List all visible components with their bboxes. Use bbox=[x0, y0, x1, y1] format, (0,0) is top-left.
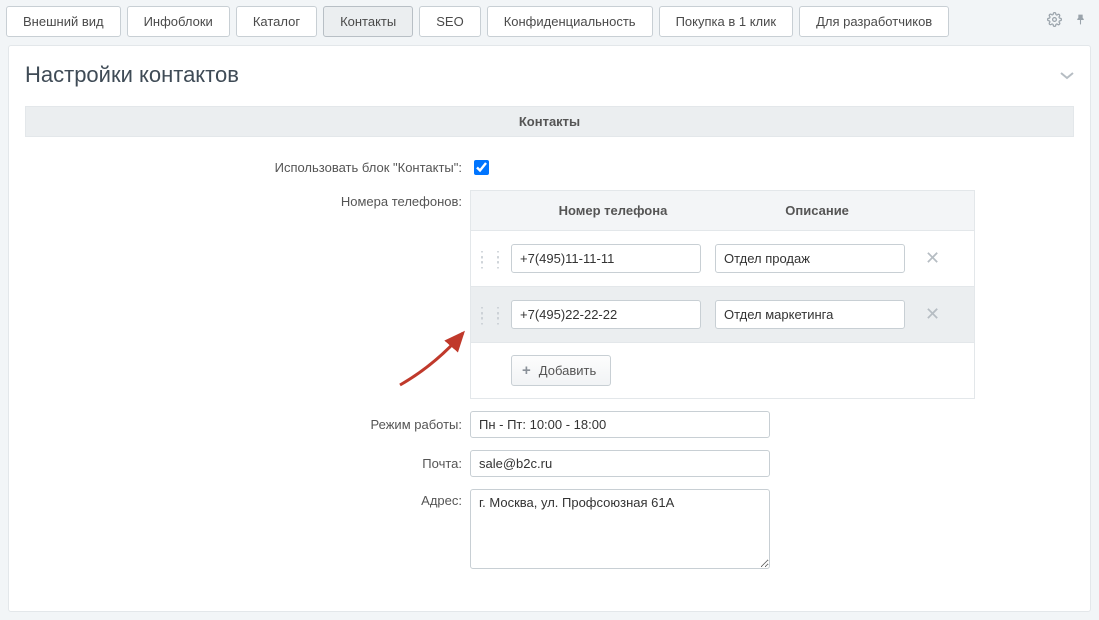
tab-catalog[interactable]: Каталог bbox=[236, 6, 317, 37]
collapse-icon[interactable] bbox=[1060, 68, 1074, 83]
header-desc: Описание bbox=[715, 191, 919, 230]
address-textarea[interactable] bbox=[470, 489, 770, 569]
tab-infoblocks[interactable]: Инфоблоки bbox=[127, 6, 230, 37]
section-title: Контакты bbox=[25, 106, 1074, 137]
label-use-block: Использовать блок "Контакты": bbox=[25, 160, 470, 175]
tab-appearance[interactable]: Внешний вид bbox=[6, 6, 121, 37]
add-button-label: Добавить bbox=[539, 363, 596, 378]
phone-row: ⋮⋮⋮⋮ ✕ bbox=[471, 231, 974, 287]
email-input[interactable] bbox=[470, 450, 770, 477]
pin-icon[interactable] bbox=[1074, 13, 1087, 30]
drag-handle-icon[interactable]: ⋮⋮⋮⋮ bbox=[471, 309, 511, 321]
phone-number-input[interactable] bbox=[511, 244, 701, 273]
plus-icon: + bbox=[522, 362, 531, 379]
delete-row-icon[interactable]: ✕ bbox=[905, 304, 960, 325]
panel-title: Настройки контактов bbox=[25, 62, 239, 88]
label-email: Почта: bbox=[25, 456, 470, 471]
label-address: Адрес: bbox=[25, 489, 470, 508]
tab-contacts[interactable]: Контакты bbox=[323, 6, 413, 37]
phone-desc-input[interactable] bbox=[715, 300, 905, 329]
label-phones: Номера телефонов: bbox=[25, 190, 470, 209]
phone-desc-input[interactable] bbox=[715, 244, 905, 273]
tab-seo[interactable]: SEO bbox=[419, 6, 480, 37]
use-block-checkbox[interactable] bbox=[474, 160, 489, 175]
tab-privacy[interactable]: Конфиденциальность bbox=[487, 6, 653, 37]
add-phone-button[interactable]: + Добавить bbox=[511, 355, 611, 386]
delete-row-icon[interactable]: ✕ bbox=[905, 248, 960, 269]
tab-developers[interactable]: Для разработчиков bbox=[799, 6, 949, 37]
phone-number-input[interactable] bbox=[511, 300, 701, 329]
header-phone: Номер телефона bbox=[511, 191, 715, 230]
phones-table: Номер телефона Описание ⋮⋮⋮⋮ ✕ ⋮⋮⋮⋮ ✕ + … bbox=[470, 190, 975, 399]
drag-handle-icon[interactable]: ⋮⋮⋮⋮ bbox=[471, 253, 511, 265]
gear-icon[interactable] bbox=[1047, 12, 1062, 31]
settings-panel: Настройки контактов Контакты Использоват… bbox=[8, 45, 1091, 612]
phone-row: ⋮⋮⋮⋮ ✕ bbox=[471, 287, 974, 343]
worktime-input[interactable] bbox=[470, 411, 770, 438]
label-worktime: Режим работы: bbox=[25, 417, 470, 432]
top-tabs: Внешний вид Инфоблоки Каталог Контакты S… bbox=[0, 0, 1099, 37]
tab-oneclick[interactable]: Покупка в 1 клик bbox=[659, 6, 794, 37]
